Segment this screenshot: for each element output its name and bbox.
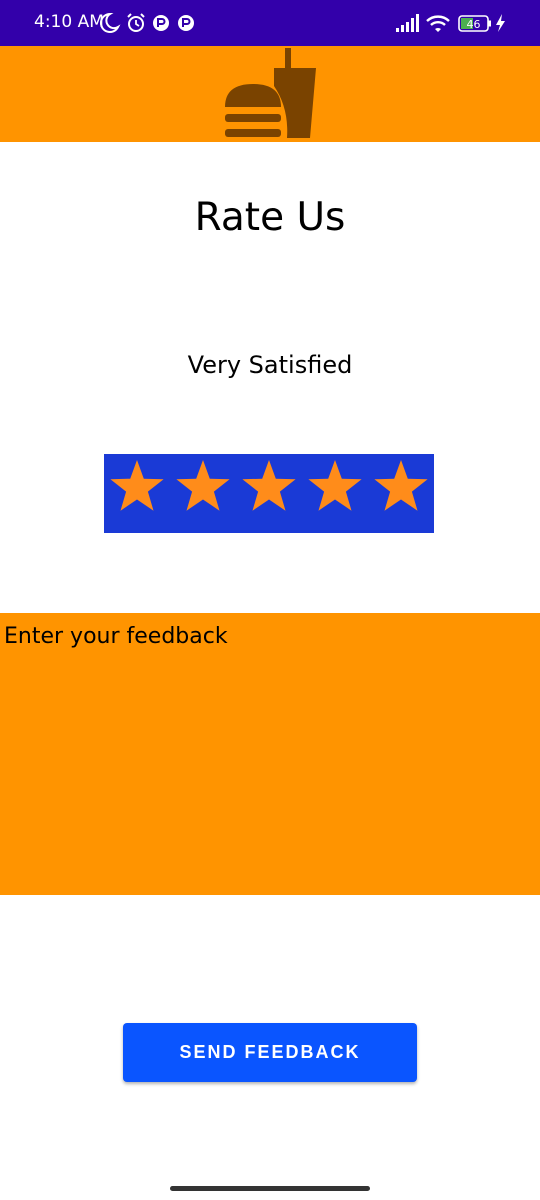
app-bar	[0, 46, 540, 142]
charging-icon	[496, 14, 505, 32]
rating-star-icon[interactable]	[308, 460, 362, 511]
status-left-icons	[100, 12, 194, 33]
send-feedback-button[interactable]: SEND FEEDBACK	[123, 1023, 417, 1082]
status-right-icons: 46	[396, 14, 505, 32]
notification-icon	[178, 15, 194, 31]
rating-label: Very Satisfied	[187, 351, 353, 379]
home-indicator[interactable]	[170, 1186, 370, 1191]
rating-star-icon[interactable]	[374, 460, 428, 511]
feedback-input[interactable]	[0, 613, 540, 895]
rating-star-icon[interactable]	[110, 460, 164, 511]
status-time: 4:10 AM	[34, 12, 104, 32]
rating-star-icon[interactable]	[242, 460, 296, 511]
status-bar: 4:10 AM 46	[0, 0, 540, 46]
page-title: Rate Us	[194, 195, 346, 240]
moon-icon	[100, 12, 121, 33]
rating-bar[interactable]	[104, 454, 434, 533]
wifi-icon	[426, 15, 450, 32]
battery-level: 46	[467, 18, 481, 31]
signal-icon	[396, 14, 419, 32]
battery-icon: 46	[458, 15, 491, 32]
star-rating[interactable]	[104, 454, 434, 533]
rating-star-icon[interactable]	[176, 460, 230, 511]
alarm-icon	[127, 13, 145, 32]
burger-drink-icon	[225, 48, 316, 138]
notification-icon	[153, 15, 169, 31]
